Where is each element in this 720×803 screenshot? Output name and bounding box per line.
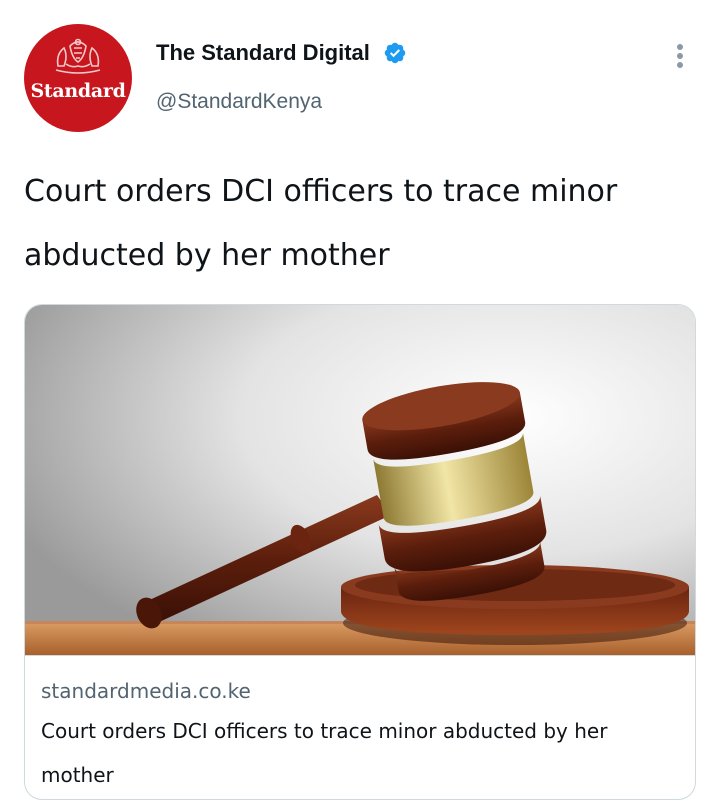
link-card[interactable]: standardmedia.co.ke Court orders DCI off… [24,304,696,800]
card-domain: standardmedia.co.ke [41,679,251,703]
card-divider [25,655,695,656]
avatar-wordmark: Standard [30,80,126,102]
avatar[interactable]: Standard [24,24,132,132]
tweet: Standard The Standard Digital @StandardK… [0,0,720,803]
card-title: Court orders DCI officers to trace minor… [41,719,608,787]
tweet-text: Court orders DCI officers to trace minor… [24,174,618,273]
gavel-image [25,305,695,655]
more-options-icon[interactable] [668,40,692,72]
author-name[interactable]: The Standard Digital [156,40,370,66]
verified-badge-icon [384,42,406,64]
crest-logo-icon [55,38,101,74]
author-handle[interactable]: @StandardKenya [156,90,322,114]
